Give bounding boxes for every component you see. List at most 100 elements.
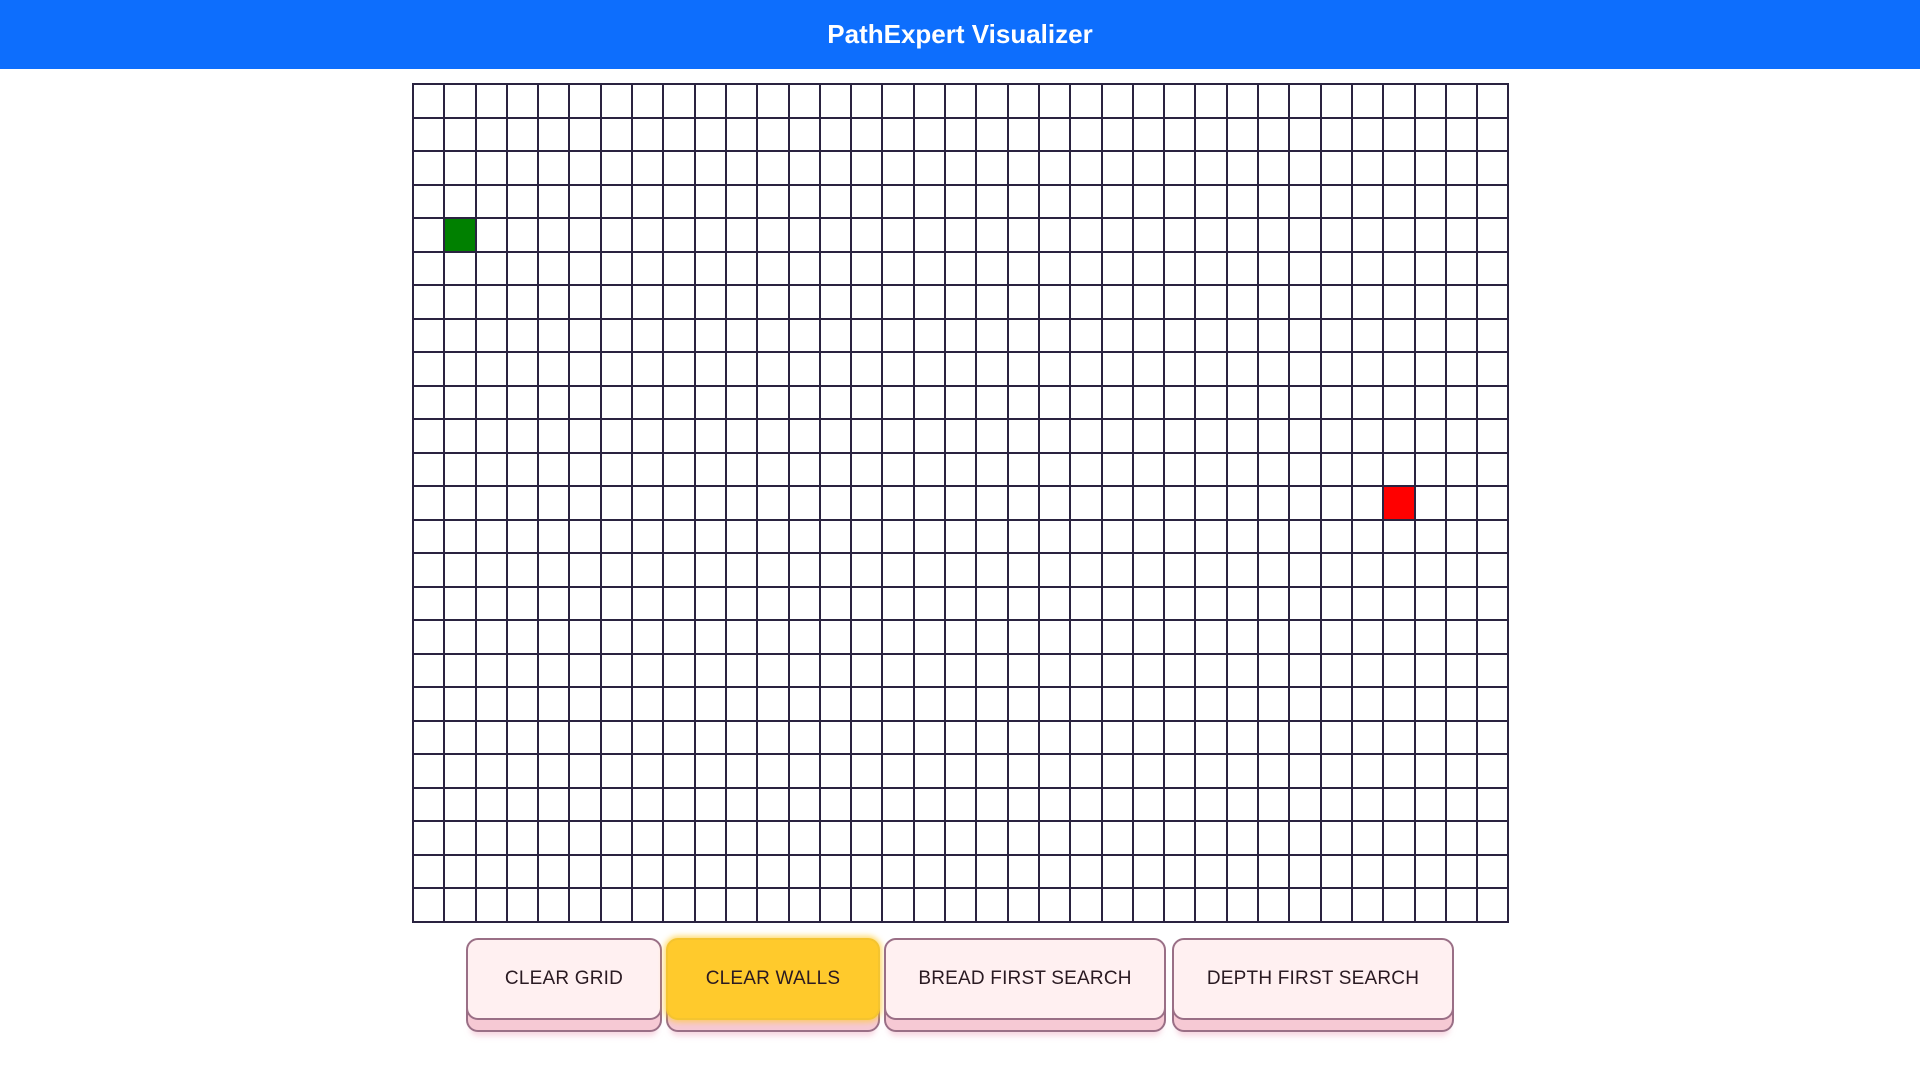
grid-cell[interactable] [757,486,789,520]
grid-cell[interactable] [600,854,633,888]
grid-cell[interactable] [1320,687,1352,721]
grid-cell[interactable] [444,821,476,855]
grid-cell[interactable] [788,821,820,855]
grid-cell[interactable] [475,854,507,888]
grid-cell[interactable] [1195,352,1227,386]
grid-cell[interactable] [632,486,664,520]
grid-cell[interactable] [600,787,633,821]
grid-cell[interactable] [1164,553,1196,587]
grid-cell[interactable] [569,84,601,118]
grid-cell[interactable] [1477,184,1509,218]
grid-cell[interactable] [1164,821,1196,855]
grid-cell[interactable] [663,888,695,922]
grid-cell[interactable] [1226,519,1259,553]
grid-cell[interactable] [694,419,726,453]
grid-cell[interactable] [694,586,726,620]
grid-cell[interactable] [1351,586,1384,620]
grid-cell[interactable] [757,754,789,788]
grid-cell[interactable] [725,419,758,453]
grid-cell[interactable] [945,117,977,151]
grid-cell[interactable] [632,419,664,453]
grid-cell[interactable] [1477,754,1509,788]
grid-cell[interactable] [475,419,507,453]
grid-cell[interactable] [788,519,820,553]
grid-cell[interactable] [976,754,1008,788]
grid-cell[interactable] [913,251,946,285]
grid-cell[interactable] [1132,184,1165,218]
grid-cell[interactable] [1164,687,1196,721]
grid-cell[interactable] [1164,754,1196,788]
grid-cell[interactable] [1258,787,1290,821]
grid-cell[interactable] [506,888,539,922]
grid-cell[interactable] [1038,787,1071,821]
grid-cell[interactable] [1320,218,1352,252]
grid-cell[interactable] [788,720,820,754]
grid-cell[interactable] [475,586,507,620]
grid-cell[interactable] [694,888,726,922]
grid-cell[interactable] [413,653,445,687]
grid-cell[interactable] [976,218,1008,252]
grid-cell[interactable] [945,184,977,218]
grid-cell[interactable] [725,821,758,855]
grid-cell[interactable] [945,486,977,520]
grid-cell[interactable] [1414,888,1446,922]
grid-cell[interactable] [475,787,507,821]
grid-cell[interactable] [1414,553,1446,587]
grid-cell[interactable] [788,854,820,888]
grid-cell[interactable] [1195,519,1227,553]
grid-cell[interactable] [788,352,820,386]
grid-cell[interactable] [945,821,977,855]
grid-cell[interactable] [1007,285,1039,319]
grid-cell[interactable] [851,653,883,687]
grid-cell[interactable] [632,888,664,922]
grid-cell[interactable] [1226,486,1259,520]
grid-cell[interactable] [1101,687,1133,721]
grid-cell[interactable] [788,687,820,721]
grid-cell[interactable] [1101,486,1133,520]
grid-cell[interactable] [1101,318,1133,352]
grid-cell[interactable] [569,419,601,453]
grid-cell[interactable] [1038,486,1071,520]
grid-cell[interactable] [1258,385,1290,419]
grid-cell[interactable] [725,318,758,352]
grid-cell[interactable] [882,352,914,386]
grid-cell[interactable] [819,184,852,218]
grid-cell[interactable] [538,854,570,888]
grid-cell[interactable] [413,687,445,721]
grid-cell[interactable] [1164,888,1196,922]
grid-cell[interactable] [851,318,883,352]
grid-cell[interactable] [819,519,852,553]
grid-cell[interactable] [1258,318,1290,352]
grid-cell[interactable] [1414,151,1446,185]
grid-cell[interactable] [1101,888,1133,922]
grid-cell[interactable] [1320,419,1352,453]
grid-cell[interactable] [1038,352,1071,386]
grid-cell[interactable] [1101,151,1133,185]
grid-cell[interactable] [1195,586,1227,620]
grid-cell[interactable] [1445,653,1478,687]
grid-cell[interactable] [444,251,476,285]
grid-cell[interactable] [976,117,1008,151]
grid-cell[interactable] [663,821,695,855]
grid-cell[interactable] [475,888,507,922]
grid-cell[interactable] [413,821,445,855]
grid-cell[interactable] [882,687,914,721]
grid-cell[interactable] [1132,452,1165,486]
grid-cell[interactable] [569,519,601,553]
grid-cell[interactable] [1445,419,1478,453]
grid-cell[interactable] [1195,821,1227,855]
grid-cell[interactable] [569,653,601,687]
grid-cell[interactable] [725,720,758,754]
grid-cell[interactable] [1383,586,1415,620]
grid-cell[interactable] [851,184,883,218]
grid-cell[interactable] [945,754,977,788]
grid-cell[interactable] [1445,854,1478,888]
grid-cell[interactable] [1164,787,1196,821]
grid-cell[interactable] [1477,385,1509,419]
grid-cell[interactable] [1132,151,1165,185]
grid-cell[interactable] [506,218,539,252]
grid-cell[interactable] [851,151,883,185]
grid-cell[interactable] [632,553,664,587]
grid-cell[interactable] [694,854,726,888]
grid-cell[interactable] [788,419,820,453]
